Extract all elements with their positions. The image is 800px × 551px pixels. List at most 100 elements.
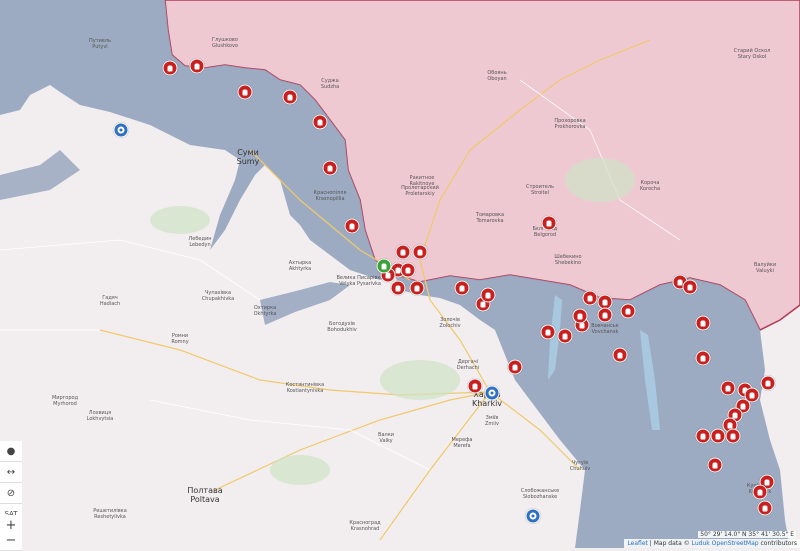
strike-icon [700,355,706,361]
city-name-latin: Velyka Pysarivka [339,281,381,287]
red-event-marker[interactable] [189,58,205,74]
red-event-marker[interactable] [612,347,628,363]
city-label: Пролетарский Proletarskiy [401,185,439,197]
strike-icon [485,292,491,298]
red-event-marker[interactable] [682,279,698,295]
city-label: Старий Оскол Stary Oskol [734,48,771,60]
red-event-marker[interactable] [620,303,636,319]
red-event-marker[interactable] [720,380,736,396]
red-event-marker[interactable] [312,114,328,130]
red-event-marker[interactable] [710,428,726,444]
red-event-marker[interactable] [237,84,253,100]
red-event-marker[interactable] [695,315,711,331]
strike-icon [545,329,551,335]
red-event-marker[interactable] [540,324,556,340]
measure-button[interactable]: ↔ [0,462,22,483]
city-label: Чугуїв Chuhuiv [570,460,591,472]
cursor-coordinates: 50° 29' 14.0" N 35° 41' 30.5" E [698,531,796,538]
red-event-marker[interactable] [480,287,496,303]
luduk-link[interactable]: Luduk [692,540,710,547]
city-label: Обоянь Oboyan [487,70,506,82]
red-event-marker[interactable] [572,308,588,324]
city-name-latin: Zolochiv [439,323,461,329]
red-event-marker[interactable] [541,215,557,231]
red-event-marker[interactable] [752,484,768,500]
red-event-marker[interactable] [557,328,573,344]
city-name-latin: Reshetylivka [94,514,126,520]
strike-icon [764,479,770,485]
osm-link[interactable]: OpenStreetMap [712,540,759,547]
red-event-marker[interactable] [322,160,338,176]
strike-icon [512,364,518,370]
city-name-latin: Merefa [453,443,471,449]
red-event-marker[interactable] [390,280,406,296]
city-label: Золочів Zolochiv [439,317,460,329]
red-event-marker[interactable] [597,307,613,323]
strike-icon [625,308,631,314]
red-event-marker[interactable] [454,280,470,296]
city-label: Слобожанське Slobozhanske [521,488,560,500]
strike-icon [725,385,731,391]
city-label: Чупахівка Chupakhivka [202,290,234,302]
city-label: Полтава Poltava [187,486,222,504]
city-label: Велика Писарівка Velyka Pysarivka [336,275,383,287]
red-event-marker[interactable] [162,60,178,76]
red-event-marker[interactable] [467,378,483,394]
strike-icon [562,333,568,339]
target-icon [488,389,496,397]
city-name-latin: Putyvl [92,44,108,50]
red-event-marker[interactable] [725,428,741,444]
red-event-marker[interactable] [507,359,523,375]
red-event-marker[interactable] [757,500,773,516]
green-event-marker[interactable] [376,258,392,274]
red-event-marker[interactable] [282,89,298,105]
strike-icon [317,119,323,125]
red-event-marker[interactable] [344,218,360,234]
strike-icon [459,285,465,291]
strike-icon [167,65,173,71]
red-event-marker[interactable] [760,375,776,391]
red-event-marker[interactable] [395,244,411,260]
strike-icon [727,422,733,428]
red-event-marker[interactable] [582,290,598,306]
leaflet-link[interactable]: Leaflet [627,540,647,547]
city-name-latin: Sumy [236,157,260,166]
city-name-latin: Myrhorod [53,401,77,407]
city-name-native: Полтава [187,486,223,495]
strike-icon [400,249,406,255]
layers-button[interactable]: ● [0,441,22,462]
city-label: Ромни Romny [171,333,188,345]
strike-icon [617,352,623,358]
city-name-latin: Krasnopillia [315,196,345,202]
red-event-marker[interactable] [695,350,711,366]
city-label: Лохвиця Lokhvytsia [87,410,114,422]
attribution: Leaflet | Map data © Luduk OpenStreetMap… [624,539,800,548]
red-event-marker[interactable] [409,280,425,296]
hide-layer-button[interactable]: ⊘ [0,483,22,504]
strike-icon [194,63,200,69]
blue-event-marker[interactable] [113,122,129,138]
city-label: Суми Sumy [237,148,260,166]
city-name-latin: Kharkiv [471,399,503,408]
city-name-latin: Zmiiv [484,421,500,427]
city-label: Томаровка Tomarovka [476,212,504,224]
city-label: Лебедин Lebedyn [189,236,212,248]
strike-icon [602,299,608,305]
city-label: Вовчанськ Vovchansk [591,323,618,335]
city-name-latin: Chupakhivka [201,296,235,302]
strike-icon [762,505,768,511]
city-label: Прохоровка Prokhorovka [554,118,585,130]
city-label: Валуйки Valuyki [754,262,776,274]
strike-icon [405,267,411,273]
city-label: Глушково Glushkovo [212,37,238,49]
city-name-latin: Hadiach [99,301,121,307]
blue-event-marker[interactable] [484,385,500,401]
attribution-contributors: contributors [758,540,798,547]
red-event-marker[interactable] [412,244,428,260]
red-event-marker[interactable] [707,457,723,473]
red-event-marker[interactable] [695,428,711,444]
red-event-marker[interactable] [400,262,416,278]
strike-icon [740,403,746,409]
city-label: Краснопілля Krasnopillia [314,190,347,202]
blue-event-marker[interactable] [525,508,541,524]
